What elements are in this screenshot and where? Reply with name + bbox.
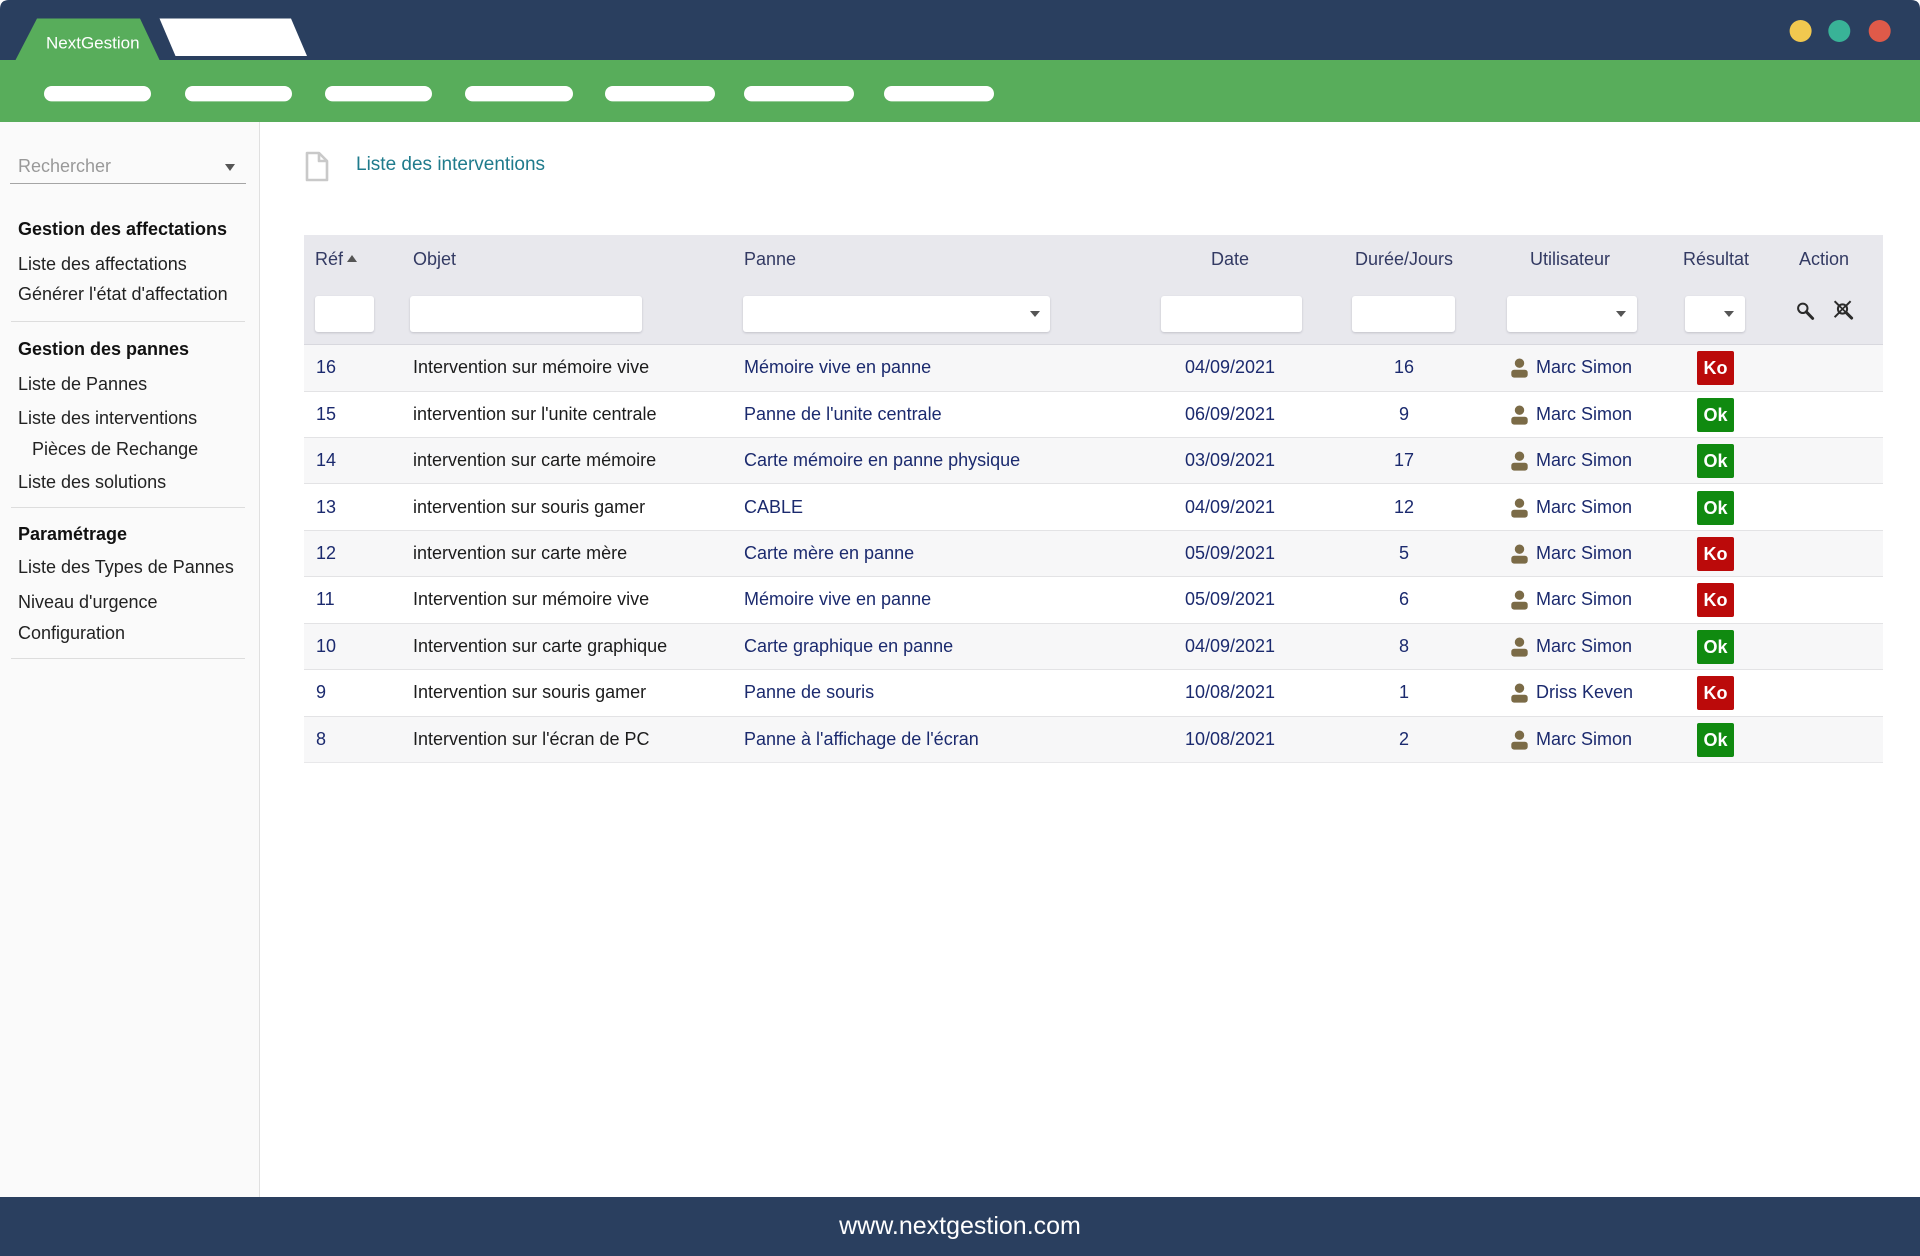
svg-text:NextGestion: NextGestion — [46, 34, 140, 53]
